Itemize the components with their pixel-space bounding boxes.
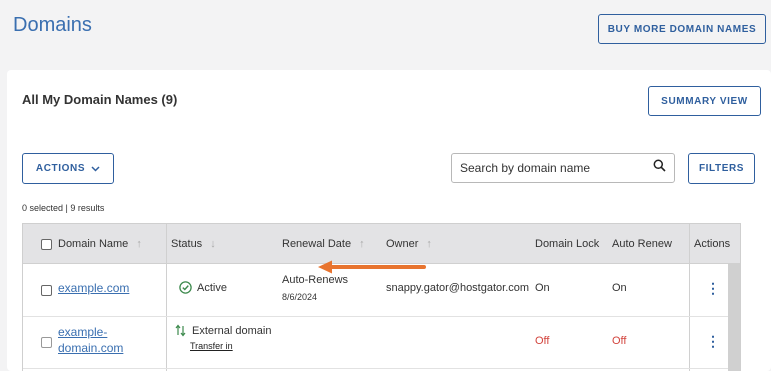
domain-link[interactable]: domain.com [58, 341, 123, 355]
kebab-menu-icon[interactable]: ⋮ [706, 281, 720, 295]
filters-button[interactable]: FILTERS [688, 153, 755, 184]
transfer-in-link[interactable]: Transfer in [190, 341, 233, 351]
table-header: Domain Name ↑ Status ↓ Renewal Date ↑ Ow… [23, 224, 740, 264]
table-row: example- domain.com External domain Tran… [23, 317, 740, 369]
actions-dropdown-button[interactable]: ACTIONS [22, 153, 114, 184]
status-text: Active [197, 281, 227, 294]
status-cell: External domain [175, 324, 272, 337]
column-label: Auto Renew [612, 238, 672, 250]
arrow-left-icon [316, 259, 428, 280]
check-circle-icon [179, 281, 192, 294]
sort-arrow-icon[interactable]: ↑ [136, 238, 142, 250]
results-count: 0 selected | 9 results [22, 203, 105, 213]
summary-view-button[interactable]: SUMMARY VIEW [648, 86, 761, 116]
status-cell: Active [179, 281, 227, 294]
select-all-checkbox[interactable] [41, 238, 52, 250]
column-actions: Actions [694, 224, 730, 264]
domain-link[interactable]: example- [58, 325, 107, 339]
buy-more-domains-button[interactable]: BUY MORE DOMAIN NAMES [598, 14, 766, 44]
domains-card: All My Domain Names (9) SUMMARY VIEW ACT… [7, 70, 771, 371]
column-label: Domain Lock [535, 238, 600, 250]
domain-lock-value: Off [535, 335, 550, 347]
card-title: All My Domain Names (9) [22, 92, 178, 107]
column-label: Domain Name [58, 238, 129, 250]
search-box[interactable] [451, 153, 675, 183]
column-auto-renew: Auto Renew [612, 224, 672, 264]
sort-arrow-icon[interactable]: ↑ [359, 238, 365, 250]
column-label: Status [171, 238, 203, 250]
domain-link[interactable]: example.com [58, 281, 129, 295]
search-icon[interactable] [653, 159, 666, 177]
column-domain-name[interactable]: Domain Name ↑ [41, 224, 142, 264]
column-owner[interactable]: Owner ↑ [386, 224, 432, 264]
sort-arrow-icon[interactable]: ↑ [426, 238, 432, 250]
page-title: Domains [13, 14, 92, 36]
chevron-down-icon [91, 164, 100, 174]
column-renewal-date[interactable]: Renewal Date ↑ [282, 224, 365, 264]
domain-lock-value: On [535, 282, 550, 294]
search-input[interactable] [460, 161, 653, 175]
auto-renew-value: On [612, 282, 627, 294]
table-scrollbar[interactable] [728, 264, 740, 371]
domains-table: Domain Name ↑ Status ↓ Renewal Date ↑ Ow… [22, 223, 741, 371]
owner-email: snappy.gator@hostgator.com [386, 282, 530, 294]
kebab-menu-icon[interactable]: ⋮ [706, 334, 720, 348]
column-label: Actions [694, 238, 731, 250]
column-label: Renewal Date [282, 238, 352, 250]
actions-label: ACTIONS [35, 163, 86, 174]
column-status[interactable]: Status ↓ [171, 224, 216, 264]
renewal-date: 8/6/2024 [282, 292, 318, 302]
column-label: Owner [386, 238, 419, 250]
sort-arrow-icon[interactable]: ↓ [210, 238, 216, 250]
column-domain-lock: Domain Lock [535, 224, 599, 264]
auto-renew-value: Off [612, 335, 627, 347]
row-checkbox[interactable] [41, 337, 52, 348]
transfer-icon [175, 324, 186, 337]
status-text: External domain [192, 324, 272, 337]
row-checkbox[interactable] [41, 285, 52, 296]
